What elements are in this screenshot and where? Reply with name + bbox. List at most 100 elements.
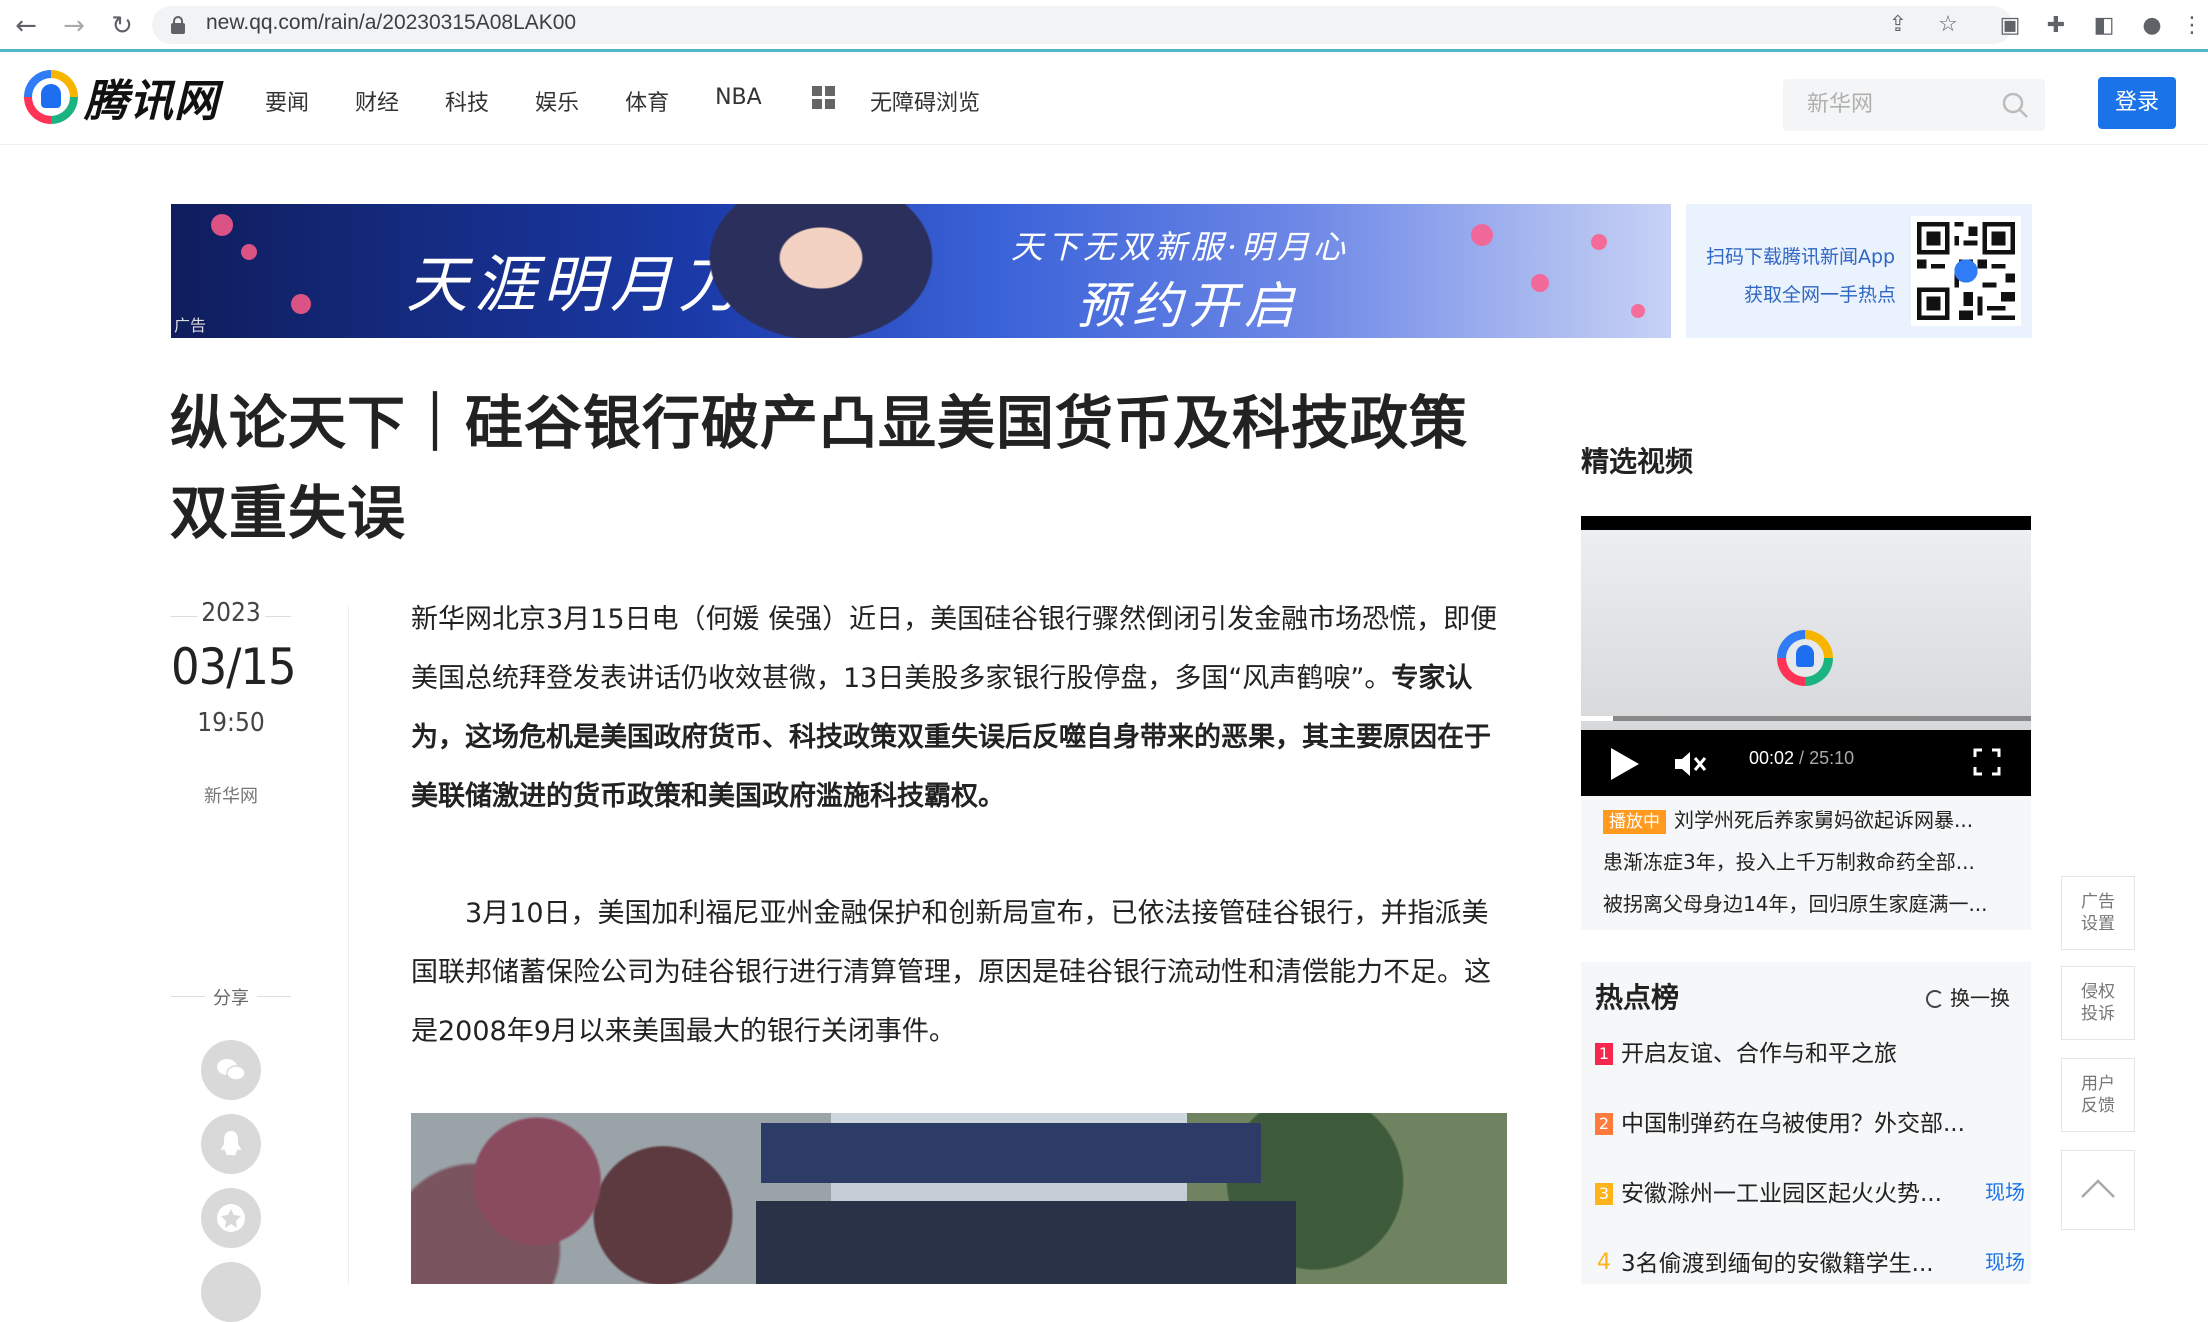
video-section-title: 精选视频 bbox=[1581, 445, 1694, 478]
share-more-button[interactable] bbox=[201, 1262, 261, 1322]
ad-character-image bbox=[691, 204, 951, 338]
video-player[interactable]: 00:02 / 25:10 bbox=[1581, 516, 2031, 796]
wechat-icon bbox=[217, 1059, 246, 1081]
play-icon[interactable] bbox=[1611, 748, 1639, 780]
hot-list-item[interactable]: 4 3名偷渡到缅甸的安徽籍学生... bbox=[1595, 1244, 1934, 1278]
more-channels-grid-icon[interactable] bbox=[812, 86, 836, 110]
url-text[interactable]: new.qq.com/rain/a/20230315A08LAK00 bbox=[206, 11, 576, 35]
feedback-button[interactable]: 用户反馈 bbox=[2061, 1058, 2135, 1132]
reload-icon[interactable]: ↻ bbox=[104, 8, 140, 44]
nav-item-news[interactable]: 要闻 bbox=[265, 85, 309, 117]
mute-icon[interactable] bbox=[1673, 748, 1709, 780]
hot-list-item[interactable]: 3 安徽滁州一工业园区起火火势... bbox=[1595, 1174, 1942, 1208]
share-page-icon[interactable]: ⇪ bbox=[1884, 11, 1912, 39]
back-to-top-button[interactable] bbox=[2061, 1150, 2135, 1230]
game-ad-banner[interactable]: 天涯明月刀 天下无双新服·明月心 预约开启 广告 bbox=[171, 204, 1671, 338]
extension-se-icon[interactable]: ▣ bbox=[1994, 10, 2026, 42]
live-tag[interactable]: 现场 bbox=[1985, 1246, 2025, 1275]
video-time: 00:02 / 25:10 bbox=[1749, 748, 1855, 768]
share-label: 分享 bbox=[171, 984, 291, 1010]
hot-item-text: 中国制弹药在乌被使用？外交部... bbox=[1621, 1111, 1965, 1137]
paragraph-1: 新华网北京3月15日电（何媛 侯强）近日，美国硅谷银行骤然倒闭引发金融市场恐慌，… bbox=[411, 590, 1501, 826]
article-body: 新华网北京3月15日电（何媛 侯强）近日，美国硅谷银行骤然倒闭引发金融市场恐慌，… bbox=[411, 590, 1501, 1061]
article-photo bbox=[411, 1113, 1507, 1284]
nav-item-finance[interactable]: 财经 bbox=[355, 85, 399, 117]
hot-list-item[interactable]: 1 开启友谊、合作与和平之旅 bbox=[1595, 1034, 1897, 1068]
hot-list-item[interactable]: 2 中国制弹药在乌被使用？外交部... bbox=[1595, 1104, 1965, 1138]
tencent-video-logo-icon bbox=[1777, 630, 1833, 686]
share-favorite-button[interactable] bbox=[201, 1188, 261, 1248]
fullscreen-icon[interactable] bbox=[1973, 748, 2001, 776]
site-header: 腾讯网 要闻 财经 科技 娱乐 体育 NBA 无障碍浏览 登录 bbox=[0, 55, 2208, 145]
hot-item-text: 安徽滁州一工业园区起火火势... bbox=[1621, 1181, 1942, 1207]
video-list-item[interactable]: 被拐离父母身边14年，回归原生家庭满一... bbox=[1603, 888, 1988, 917]
refresh-label: 换一换 bbox=[1950, 986, 2010, 1010]
tencent-logo-icon bbox=[24, 70, 78, 124]
nav-item-ent[interactable]: 娱乐 bbox=[535, 85, 579, 117]
rank-badge: 4 bbox=[1597, 1250, 1611, 1275]
browser-menu-icon[interactable]: ⋮ bbox=[2176, 10, 2208, 42]
article-title: 纵论天下｜硅谷银行破产凸显美国货币及科技政策双重失误 bbox=[170, 389, 1469, 547]
date-year: 2023 bbox=[171, 598, 291, 628]
date-time: 19:50 bbox=[197, 708, 265, 738]
side-panel-icon[interactable]: ◧ bbox=[2088, 10, 2120, 42]
video-duration: 25:10 bbox=[1809, 748, 1855, 768]
live-tag[interactable]: 现场 bbox=[1985, 1176, 2025, 1205]
article-meta: 2023 03/15 19:50 新华网 bbox=[171, 598, 297, 808]
paragraph-2: 3月10日，美国加利福尼亚州金融保护和创新局宣布，已依法接管硅谷银行，并指派美国… bbox=[411, 898, 1491, 1047]
share-wechat-button[interactable] bbox=[201, 1040, 261, 1100]
nav-item-nba[interactable]: NBA bbox=[715, 85, 762, 117]
extensions-puzzle-icon[interactable]: ✚ bbox=[2040, 10, 2072, 42]
back-icon[interactable]: ← bbox=[8, 8, 44, 44]
forward-icon[interactable]: → bbox=[56, 8, 92, 44]
report-label: 侵权投诉 bbox=[2081, 982, 2115, 1024]
qr-code bbox=[1911, 216, 2021, 326]
video-list-item[interactable]: 播放中 刘学州死后养家舅妈欲起诉网暴... bbox=[1603, 804, 1973, 834]
date-month-day: 03/15 bbox=[171, 638, 297, 696]
rank-badge: 2 bbox=[1595, 1113, 1613, 1135]
browser-toolbar: ← → ↻ new.qq.com/rain/a/20230315A08LAK00… bbox=[0, 0, 2208, 52]
qq-penguin-icon bbox=[221, 1131, 241, 1156]
rank-badge: 1 bbox=[1595, 1043, 1613, 1065]
lock-icon bbox=[171, 16, 185, 34]
video-progress-bar[interactable] bbox=[1581, 716, 2031, 721]
nav-item-sports[interactable]: 体育 bbox=[625, 85, 669, 117]
report-infringement-button[interactable]: 侵权投诉 bbox=[2061, 966, 2135, 1040]
refresh-icon bbox=[1926, 990, 1944, 1008]
address-bar[interactable]: new.qq.com/rain/a/20230315A08LAK00 ⇪ ☆ bbox=[152, 6, 2012, 44]
bookmark-star-icon[interactable]: ☆ bbox=[1934, 11, 1962, 39]
feedback-label: 用户反馈 bbox=[2081, 1074, 2115, 1116]
search-icon[interactable] bbox=[2001, 91, 2029, 119]
rank-badge: 3 bbox=[1595, 1183, 1613, 1205]
hot-list-title: 热点榜 bbox=[1595, 981, 1680, 1014]
ad-settings-label: 广告设置 bbox=[2081, 892, 2115, 934]
share-qq-button[interactable] bbox=[201, 1114, 261, 1174]
app-download-banner[interactable]: 扫码下载腾讯新闻App 获取全网一手热点 bbox=[1686, 204, 2032, 338]
meta-divider bbox=[348, 605, 349, 1284]
refresh-button[interactable]: 换一换 bbox=[1926, 982, 2010, 1011]
app-banner-line2: 获取全网一手热点 bbox=[1744, 284, 1897, 306]
site-logo[interactable]: 腾讯网 bbox=[24, 69, 219, 127]
star-icon bbox=[217, 1204, 245, 1232]
nav-item-tech[interactable]: 科技 bbox=[445, 85, 489, 117]
app-banner-line1: 扫码下载腾讯新闻App bbox=[1706, 246, 1896, 268]
ad-slogan-line2: 预约开启 bbox=[1076, 277, 1300, 335]
ad-settings-button[interactable]: 广告设置 bbox=[2061, 876, 2135, 950]
profile-avatar-icon[interactable]: ● bbox=[2136, 10, 2168, 42]
hot-item-text: 3名偷渡到缅甸的安徽籍学生... bbox=[1621, 1251, 1934, 1277]
paragraph-1-text: 新华网北京3月15日电（何媛 侯强）近日，美国硅谷银行骤然倒闭引发金融市场恐慌，… bbox=[411, 604, 1498, 694]
ad-tag: 广告 bbox=[174, 316, 207, 335]
search-box bbox=[1783, 79, 2045, 131]
article-source[interactable]: 新华网 bbox=[171, 782, 291, 808]
hot-item-text: 开启友谊、合作与和平之旅 bbox=[1621, 1041, 1897, 1067]
main-nav: 要闻 财经 科技 娱乐 体育 NBA bbox=[265, 85, 808, 117]
search-input[interactable] bbox=[1805, 91, 1985, 118]
login-button[interactable]: 登录 bbox=[2098, 77, 2176, 129]
playing-badge: 播放中 bbox=[1603, 810, 1666, 834]
accessibility-link[interactable]: 无障碍浏览 bbox=[870, 85, 980, 117]
video-list-item[interactable]: 患渐冻症3年，投入上千万制救命药全部... bbox=[1603, 846, 1975, 875]
video-current-time: 00:02 bbox=[1749, 748, 1795, 768]
video-screen[interactable] bbox=[1581, 530, 2031, 730]
chevron-up-icon bbox=[2081, 1179, 2115, 1198]
video-list: 播放中 刘学州死后养家舅妈欲起诉网暴... 患渐冻症3年，投入上千万制救命药全部.… bbox=[1581, 796, 2031, 930]
